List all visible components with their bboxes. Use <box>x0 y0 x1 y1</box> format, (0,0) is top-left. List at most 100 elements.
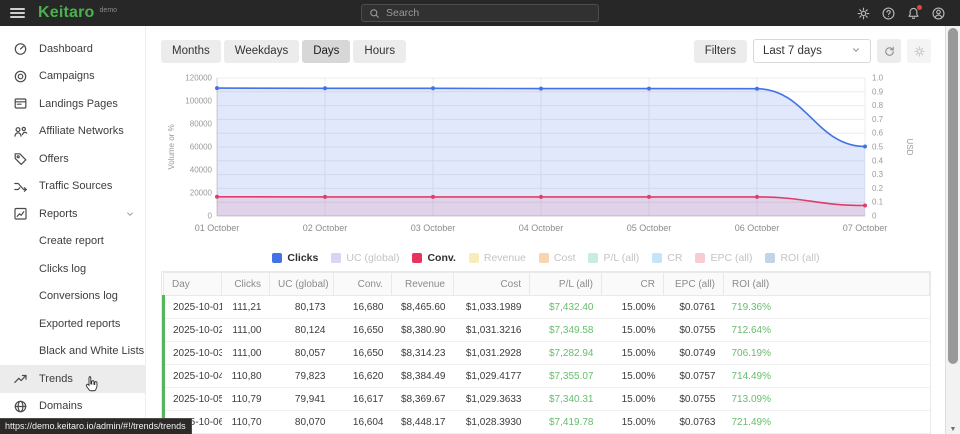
sidebar-item-trends[interactable]: Trends <box>0 365 145 393</box>
column-header-cost[interactable]: Cost <box>454 273 530 296</box>
column-header-roi-all[interactable]: ROI (all) <box>724 273 930 296</box>
sidebar-item-label: Campaigns <box>39 70 95 82</box>
affiliate-icon <box>13 124 28 139</box>
cell-epc-all: $0.0755 <box>664 388 724 411</box>
date-range-value: Last 7 days <box>763 45 822 57</box>
chart-settings-button[interactable] <box>907 39 931 63</box>
date-range-select[interactable]: Last 7 days <box>753 39 871 63</box>
trends-table: DayClicksUC (global)Conv.RevenueCostP/L … <box>161 271 931 434</box>
status-url-tooltip: https://demo.keitaro.io/admin/#!/trends/… <box>0 418 192 434</box>
svg-text:03 October: 03 October <box>411 223 456 233</box>
svg-text:1.0: 1.0 <box>872 74 884 83</box>
column-header-uc-global[interactable]: UC (global) <box>270 273 334 296</box>
legend-label: CR <box>667 252 682 264</box>
table-row: 2025-10-01111,2180,17316,680$8,465.60$1,… <box>164 296 930 319</box>
sidebar-item-landings-pages[interactable]: Landings Pages <box>0 90 145 118</box>
tab-hours[interactable]: Hours <box>353 40 406 63</box>
sidebar-item-black-and-white-lists[interactable]: Black and White Lists <box>0 338 145 366</box>
sidebar-item-conversions-log[interactable]: Conversions log <box>0 283 145 311</box>
legend-swatch <box>272 253 282 263</box>
column-header-cr[interactable]: CR <box>602 273 664 296</box>
svg-text:02 October: 02 October <box>303 223 348 233</box>
tab-days[interactable]: Days <box>302 40 350 63</box>
reports-icon <box>13 206 28 221</box>
svg-text:01 October: 01 October <box>195 223 240 233</box>
legend-swatch <box>469 253 479 263</box>
svg-text:60000: 60000 <box>190 143 213 152</box>
cell-day: 2025-10-03 <box>164 342 222 365</box>
column-header-day[interactable]: Day <box>164 273 222 296</box>
notifications-bell-icon[interactable] <box>906 6 921 21</box>
sidebar-item-campaigns[interactable]: Campaigns <box>0 63 145 91</box>
cell-clicks: 111,00 <box>222 319 270 342</box>
tab-months[interactable]: Months <box>161 40 221 63</box>
cell-conv: 16,650 <box>334 342 392 365</box>
legend-item-roi-all[interactable]: ROI (all) <box>765 252 819 264</box>
domains-icon <box>13 399 28 414</box>
keitaro-logo: Keitaro <box>38 4 95 22</box>
legend-item-cr[interactable]: CR <box>652 252 682 264</box>
trends-line-chart: 00.10.20.30.40.50.60.70.80.91.001 Octobe… <box>161 70 932 242</box>
cell-revenue: $8,384.49 <box>392 365 454 388</box>
topbar-icons <box>856 6 946 21</box>
sidebar-item-exported-reports[interactable]: Exported reports <box>0 310 145 338</box>
search-input[interactable] <box>386 7 591 19</box>
scrollbar-down-arrow[interactable]: ▼ <box>946 426 960 433</box>
chart-legend: Clicks UC (global) Conv. Revenue Cost P/L (al… <box>147 247 945 271</box>
legend-swatch <box>695 253 705 263</box>
legend-item-conv[interactable]: Conv. <box>412 252 455 264</box>
column-header-p-l-all[interactable]: P/L (all) <box>530 273 602 296</box>
sidebar-item-offers[interactable]: Offers <box>0 145 145 173</box>
column-header-conv[interactable]: Conv. <box>334 273 392 296</box>
legend-item-clicks[interactable]: Clicks <box>272 252 318 264</box>
cell-clicks: 110,70 <box>222 411 270 434</box>
hamburger-menu-icon[interactable] <box>10 6 25 20</box>
legend-swatch <box>412 253 422 263</box>
legend-item-epc-all[interactable]: EPC (all) <box>695 252 752 264</box>
topbar: Keitaro demo <box>0 0 960 26</box>
cell-cr: 15.00% <box>602 342 664 365</box>
tab-weekdays[interactable]: Weekdays <box>224 40 299 63</box>
legend-label: UC (global) <box>346 252 399 264</box>
settings-gear-icon[interactable] <box>856 6 871 21</box>
svg-text:100000: 100000 <box>185 97 212 106</box>
sidebar-item-dashboard[interactable]: Dashboard <box>0 35 145 63</box>
filters-button[interactable]: Filters <box>694 40 747 63</box>
sidebar-item-clicks-log[interactable]: Clicks log <box>0 255 145 283</box>
vertical-scrollbar[interactable]: ▼ <box>945 26 960 434</box>
svg-text:0.9: 0.9 <box>872 87 884 96</box>
global-search[interactable] <box>361 4 599 22</box>
sidebar-item-label: Offers <box>39 153 69 165</box>
svg-text:0: 0 <box>208 212 213 221</box>
legend-item-cost[interactable]: Cost <box>539 252 576 264</box>
column-header-epc-all[interactable]: EPC (all) <box>664 273 724 296</box>
column-header-revenue[interactable]: Revenue <box>392 273 454 296</box>
legend-item-p-l-all[interactable]: P/L (all) <box>588 252 639 264</box>
sidebar-item-affiliate-networks[interactable]: Affiliate Networks <box>0 118 145 146</box>
cell-conv: 16,604 <box>334 411 392 434</box>
legend-item-revenue[interactable]: Revenue <box>469 252 526 264</box>
sidebar-item-create-report[interactable]: Create report <box>0 228 145 256</box>
refresh-button[interactable] <box>877 39 901 63</box>
sidebar-item-traffic-sources[interactable]: Traffic Sources <box>0 173 145 201</box>
cell-p-l-all: $7,340.31 <box>530 388 602 411</box>
sidebar-item-label: Reports <box>39 208 78 220</box>
cell-cost: $1,031.2928 <box>454 342 530 365</box>
svg-text:0.7: 0.7 <box>872 115 884 124</box>
table-body: 2025-10-01111,2180,17316,680$8,465.60$1,… <box>164 296 930 434</box>
column-header-clicks[interactable]: Clicks <box>222 273 270 296</box>
account-icon[interactable] <box>931 6 946 21</box>
cell-epc-all: $0.0749 <box>664 342 724 365</box>
scrollbar-thumb[interactable] <box>948 28 958 364</box>
cell-p-l-all: $7,432.40 <box>530 296 602 319</box>
sidebar-item-domains[interactable]: Domains <box>0 393 145 421</box>
sidebar-item-reports[interactable]: Reports <box>0 200 145 228</box>
cell-roi-all: 714.49% <box>724 365 930 388</box>
cell-cost: $1,029.4177 <box>454 365 530 388</box>
help-icon[interactable] <box>881 6 896 21</box>
dashboard-icon <box>13 41 28 56</box>
cell-clicks: 111,21 <box>222 296 270 319</box>
demo-badge: demo <box>100 7 118 14</box>
svg-text:04 October: 04 October <box>519 223 564 233</box>
legend-item-uc-global[interactable]: UC (global) <box>331 252 399 264</box>
